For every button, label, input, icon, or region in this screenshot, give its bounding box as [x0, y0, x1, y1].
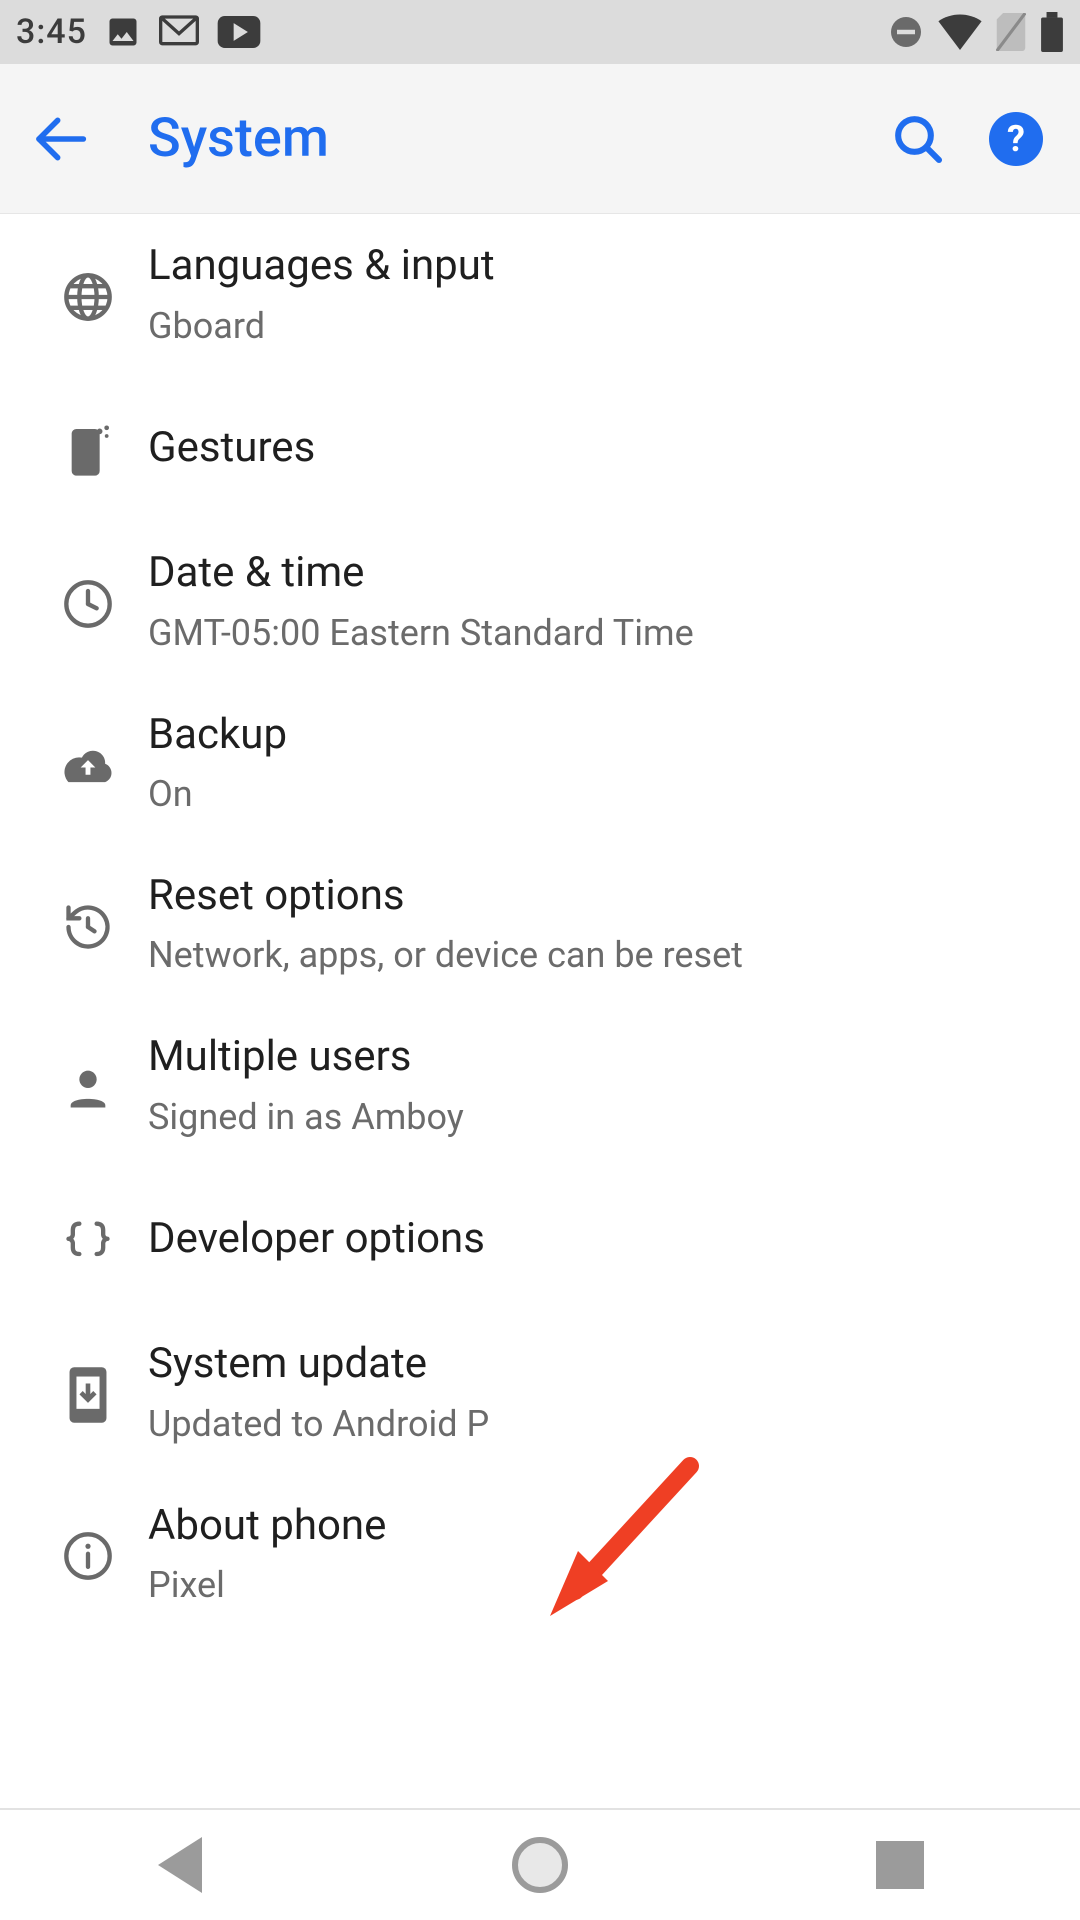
row-title: Backup	[148, 709, 1052, 762]
row-title: System update	[148, 1338, 1052, 1391]
help-button[interactable]: ?	[980, 103, 1052, 175]
row-reset[interactable]: Reset options Network, apps, or device c…	[0, 844, 1080, 1005]
wifi-icon	[938, 14, 982, 50]
row-subtitle: Gboard	[148, 303, 1052, 350]
row-title: About phone	[148, 1500, 1052, 1553]
row-title: Date & time	[148, 547, 1052, 600]
row-title: Multiple users	[148, 1031, 1052, 1084]
arrow-back-icon	[32, 111, 88, 167]
gesture-icon	[28, 418, 148, 478]
braces-icon	[28, 1211, 148, 1267]
photo-icon	[105, 14, 141, 50]
settings-list-wrap: Languages & input Gboard Gestures Date &…	[0, 214, 1080, 1635]
row-subtitle: Updated to Android P	[148, 1401, 1052, 1448]
page-title: System	[148, 107, 856, 170]
row-update[interactable]: System update Updated to Android P	[0, 1312, 1080, 1473]
status-clock: 3:45	[16, 12, 87, 52]
nav-home-button[interactable]	[495, 1820, 585, 1910]
row-subtitle: GMT-05:00 Eastern Standard Time	[148, 610, 1052, 657]
nav-back-button[interactable]	[135, 1820, 225, 1910]
row-title: Reset options	[148, 870, 1052, 923]
search-icon	[890, 111, 946, 167]
row-users[interactable]: Multiple users Signed in as Amboy	[0, 1005, 1080, 1166]
row-datetime[interactable]: Date & time GMT-05:00 Eastern Standard T…	[0, 521, 1080, 682]
search-button[interactable]	[882, 103, 954, 175]
status-bar: 3:45	[0, 0, 1080, 64]
gmail-icon	[159, 15, 199, 49]
navigation-bar	[0, 1808, 1080, 1920]
row-subtitle: On	[148, 771, 1052, 818]
row-about[interactable]: About phone Pixel	[0, 1474, 1080, 1635]
nav-recents-icon	[876, 1841, 924, 1889]
system-update-icon	[28, 1361, 148, 1425]
row-title: Gestures	[148, 422, 1052, 475]
help-icon: ?	[989, 112, 1043, 166]
row-gestures[interactable]: Gestures	[0, 375, 1080, 521]
row-backup[interactable]: Backup On	[0, 683, 1080, 844]
back-button[interactable]	[28, 107, 92, 171]
cloud-upload-icon	[28, 739, 148, 787]
row-title: Languages & input	[148, 240, 1052, 293]
dnd-icon	[888, 14, 924, 50]
no-sim-icon	[996, 13, 1026, 51]
row-subtitle: Network, apps, or device can be reset	[148, 932, 1052, 979]
battery-icon	[1040, 12, 1064, 52]
row-title: Developer options	[148, 1213, 1052, 1266]
clock-icon	[28, 574, 148, 630]
row-languages[interactable]: Languages & input Gboard	[0, 214, 1080, 375]
nav-recents-button[interactable]	[855, 1820, 945, 1910]
restore-icon	[28, 897, 148, 953]
settings-list: Languages & input Gboard Gestures Date &…	[0, 214, 1080, 1635]
row-subtitle: Signed in as Amboy	[148, 1094, 1052, 1141]
app-bar: System ?	[0, 64, 1080, 214]
nav-home-icon	[512, 1837, 568, 1893]
row-developer[interactable]: Developer options	[0, 1166, 1080, 1312]
person-icon	[28, 1058, 148, 1114]
globe-icon	[28, 267, 148, 323]
nav-back-icon	[158, 1837, 202, 1893]
row-subtitle: Pixel	[148, 1562, 1052, 1609]
info-icon	[28, 1526, 148, 1582]
youtube-icon	[217, 16, 261, 48]
